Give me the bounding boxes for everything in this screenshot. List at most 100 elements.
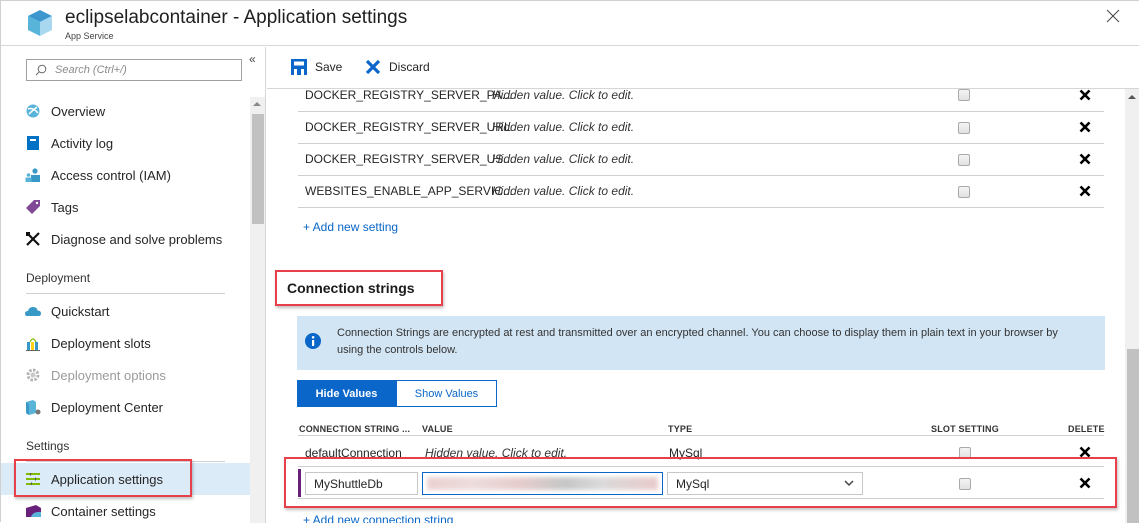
page-title: eclipselabcontainer - Application settin…: [65, 7, 408, 28]
sidebar-item-label: Diagnose and solve problems: [51, 231, 223, 247]
setting-name[interactable]: DOCKER_REGISTRY_SERVER_URL: [305, 120, 511, 134]
settings-list-icon: [25, 471, 41, 487]
sidebar-item-deployment-slots[interactable]: Deployment slots: [1, 327, 250, 359]
slot-setting-checkbox[interactable]: [959, 478, 971, 490]
people-icon: [25, 167, 41, 183]
connection-strings-heading: Connection strings: [287, 280, 415, 296]
chevron-down-icon: [844, 480, 854, 487]
connection-string-name[interactable]: defaultConnection: [305, 446, 402, 460]
scroll-up-arrow-icon[interactable]: [1128, 95, 1136, 99]
sidebar-item-container-settings[interactable]: Container settings: [1, 495, 250, 527]
slot-setting-checkbox[interactable]: [958, 122, 970, 134]
deployment-center-icon: [25, 399, 41, 415]
main-scrollbar[interactable]: [1125, 89, 1139, 523]
hide-values-button[interactable]: Hide Values: [297, 380, 396, 407]
app-setting-row: WEBSITES_ENABLE_APP_SERVIC... Hidden val…: [298, 176, 1104, 208]
globe-icon: [25, 103, 41, 119]
setting-name[interactable]: DOCKER_REGISTRY_SERVER_US...: [305, 152, 513, 166]
slot-setting-checkbox[interactable]: [958, 89, 970, 101]
log-book-icon: [25, 135, 41, 151]
search-box[interactable]: [26, 59, 242, 81]
connection-string-type-select[interactable]: MySql: [667, 472, 863, 495]
wrench-icon: [25, 231, 41, 247]
sidebar-item-access-control[interactable]: Access control (IAM): [1, 159, 250, 191]
section-label-deployment: Deployment: [26, 271, 91, 285]
setting-value[interactable]: Hidden value. Click to edit.: [492, 152, 634, 166]
scrollbar-thumb[interactable]: [1127, 349, 1139, 523]
column-header-slot-setting: SLOT SETTING: [931, 424, 999, 434]
sidebar-item-diagnose[interactable]: Diagnose and solve problems: [1, 223, 250, 255]
container-icon: [25, 503, 41, 519]
sidebar-item-deployment-options: Deployment options: [1, 359, 250, 391]
sidebar-item-label: Deployment Center: [51, 399, 163, 415]
app-service-icon: [28, 10, 52, 36]
connection-string-value[interactable]: Hidden value. Click to edit.: [425, 446, 567, 460]
save-label: Save: [315, 60, 343, 74]
connection-string-value-input[interactable]: [422, 472, 663, 495]
delete-icon[interactable]: [1079, 477, 1091, 489]
main-content: DOCKER_REGISTRY_SERVER_PA... Hidden valu…: [267, 89, 1125, 523]
cloud-icon: [25, 303, 41, 319]
row-accent: [298, 469, 301, 497]
search-input[interactable]: [55, 61, 235, 79]
slot-setting-checkbox[interactable]: [958, 154, 970, 166]
type-select-value: MySql: [676, 476, 710, 491]
section-label-settings: Settings: [26, 439, 70, 453]
connection-string-type[interactable]: MySql: [669, 446, 702, 460]
connection-string-name-input[interactable]: MyShuttleDb: [305, 472, 418, 495]
sidebar-item-label: Overview: [51, 103, 106, 119]
command-bar: Save Discard: [267, 47, 1139, 89]
slot-setting-checkbox[interactable]: [958, 186, 970, 198]
delete-icon[interactable]: [1079, 153, 1091, 165]
connection-string-edit-row: MyShuttleDb MySql: [298, 466, 1104, 499]
add-new-setting-link[interactable]: + Add new setting: [303, 220, 398, 234]
sidebar-item-deployment-center[interactable]: Deployment Center: [1, 391, 250, 423]
sidebar-item-quickstart[interactable]: Quickstart: [1, 295, 250, 327]
column-header-value: VALUE: [422, 424, 453, 434]
value-visibility-toggle: Hide Values Show Values: [297, 380, 497, 407]
collapse-sidebar-button[interactable]: «: [249, 52, 256, 66]
app-setting-row: DOCKER_REGISTRY_SERVER_PA... Hidden valu…: [298, 89, 1104, 112]
delete-icon[interactable]: [1079, 89, 1091, 101]
column-header-type: TYPE: [668, 424, 693, 434]
app-setting-row: DOCKER_REGISTRY_SERVER_US... Hidden valu…: [298, 144, 1104, 176]
setting-name[interactable]: WEBSITES_ENABLE_APP_SERVIC...: [305, 184, 513, 198]
gear-icon: [25, 367, 41, 383]
sidebar-item-label: Application settings: [51, 471, 164, 487]
app-window: eclipselabcontainer - Application settin…: [0, 0, 1139, 523]
info-text: Connection Strings are encrypted at rest…: [337, 327, 1058, 356]
page-subtitle: App Service: [65, 31, 114, 41]
header-divider: [298, 435, 1104, 436]
setting-value[interactable]: Hidden value. Click to edit.: [492, 184, 634, 198]
delete-icon[interactable]: [1079, 185, 1091, 197]
sidebar-item-label: Container settings: [51, 503, 156, 519]
sidebar-item-overview[interactable]: Overview: [1, 95, 250, 127]
discard-label: Discard: [389, 60, 430, 74]
discard-button[interactable]: Discard: [365, 59, 430, 75]
setting-value[interactable]: Hidden value. Click to edit.: [492, 120, 634, 134]
sidebar-item-label: Tags: [51, 199, 79, 215]
delete-icon[interactable]: [1079, 121, 1091, 133]
sidebar-item-label: Deployment slots: [51, 335, 151, 351]
column-header-delete: DELETE: [1068, 424, 1105, 434]
setting-name[interactable]: DOCKER_REGISTRY_SERVER_PA...: [305, 89, 512, 102]
redacted-value: [427, 477, 658, 490]
sidebar-item-tags[interactable]: Tags: [1, 191, 250, 223]
close-icon[interactable]: [1106, 9, 1120, 23]
sidebar: « Overview Activity log Access control (…: [1, 47, 266, 523]
sidebar-item-application-settings[interactable]: Application settings: [1, 463, 250, 495]
info-banner: Connection Strings are encrypted at rest…: [297, 316, 1105, 370]
section-divider: [26, 293, 225, 294]
slot-setting-checkbox[interactable]: [959, 447, 971, 459]
info-icon: [305, 333, 321, 349]
search-icon: [35, 64, 47, 76]
delete-icon[interactable]: [1079, 446, 1091, 458]
setting-value[interactable]: Hidden value. Click to edit.: [492, 89, 634, 102]
sidebar-item-activity-log[interactable]: Activity log: [1, 127, 250, 159]
show-values-button[interactable]: Show Values: [396, 380, 497, 407]
save-button[interactable]: Save: [291, 59, 342, 75]
scroll-up-arrow-icon[interactable]: [253, 102, 261, 106]
tag-icon: [25, 199, 41, 215]
sidebar-scrollbar[interactable]: [250, 97, 265, 523]
scrollbar-thumb[interactable]: [252, 114, 264, 224]
